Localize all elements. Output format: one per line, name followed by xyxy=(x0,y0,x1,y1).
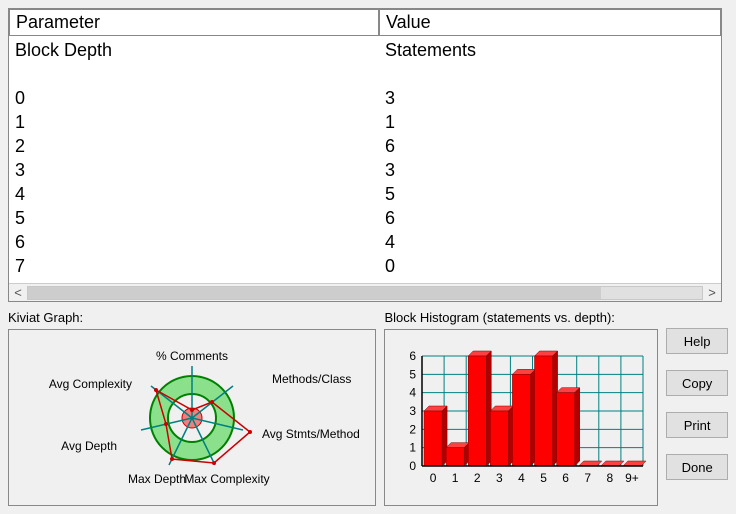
svg-text:7: 7 xyxy=(584,471,591,485)
axis-avg-complexity: Avg Complexity xyxy=(49,377,132,391)
svg-text:4: 4 xyxy=(409,385,416,399)
svg-text:6: 6 xyxy=(409,349,416,363)
table-row: 3 xyxy=(15,158,373,182)
axis-max-complexity: Max Complexity xyxy=(185,472,270,486)
axis-max-depth: Max Depth xyxy=(128,472,186,486)
done-button[interactable]: Done xyxy=(666,454,728,480)
table-row: 6 xyxy=(385,206,715,230)
value-column: Statements 3 1 6 3 5 6 4 0 xyxy=(379,36,721,274)
table-row: 4 xyxy=(15,182,373,206)
table-header-parameter[interactable]: Parameter xyxy=(9,9,379,36)
histogram-chart: 0 1 2 3 4 5 6 0 1 2 3 4 5 6 7 8 9+ xyxy=(384,329,658,506)
svg-text:1: 1 xyxy=(452,471,459,485)
axis-avg-depth: Avg Depth xyxy=(61,439,117,453)
table-row: 1 xyxy=(15,110,373,134)
table-row: 3 xyxy=(385,158,715,182)
value-label: Statements xyxy=(385,38,715,62)
table-row: 5 xyxy=(385,182,715,206)
scroll-left-icon[interactable]: < xyxy=(9,285,27,300)
svg-text:3: 3 xyxy=(496,471,503,485)
copy-button[interactable]: Copy xyxy=(666,370,728,396)
svg-text:6: 6 xyxy=(562,471,569,485)
scroll-right-icon[interactable]: > xyxy=(703,285,721,300)
help-button[interactable]: Help xyxy=(666,328,728,354)
table-row: 4 xyxy=(385,230,715,254)
metrics-dialog: Parameter Value Block Depth 0 1 2 3 4 5 … xyxy=(0,0,736,514)
table-row: 1 xyxy=(385,110,715,134)
svg-text:0: 0 xyxy=(409,459,416,473)
scroll-track[interactable] xyxy=(27,286,703,300)
metrics-table: Parameter Value Block Depth 0 1 2 3 4 5 … xyxy=(8,8,722,302)
table-row: 2 xyxy=(15,134,373,158)
table-row: 3 xyxy=(385,86,715,110)
histogram-label: Block Histogram (statements vs. depth): xyxy=(384,310,658,325)
table-row: 7 xyxy=(15,254,373,274)
svg-text:9+: 9+ xyxy=(625,471,639,485)
svg-text:2: 2 xyxy=(409,422,416,436)
axis-methods-class: Methods/Class xyxy=(272,372,351,386)
vertical-scrollbar[interactable]: ᐱ ᐯ xyxy=(721,9,722,302)
horizontal-scrollbar[interactable]: < > xyxy=(9,283,721,301)
svg-text:8: 8 xyxy=(606,471,613,485)
svg-text:5: 5 xyxy=(540,471,547,485)
svg-text:3: 3 xyxy=(409,404,416,418)
table-row: 6 xyxy=(15,230,373,254)
parameter-column: Block Depth 0 1 2 3 4 5 6 7 xyxy=(9,36,379,274)
table-row: 0 xyxy=(15,86,373,110)
button-column: Help Copy Print Done xyxy=(666,310,728,506)
kiviat-graph: % Comments Methods/Class Avg Stmts/Metho… xyxy=(8,329,376,506)
axis-avg-stmts-method: Avg Stmts/Method xyxy=(262,427,360,441)
kiviat-label: Kiviat Graph: xyxy=(8,310,376,325)
scroll-thumb[interactable] xyxy=(28,287,601,299)
kiviat-panel: Kiviat Graph: xyxy=(8,310,376,506)
svg-text:5: 5 xyxy=(409,367,416,381)
param-label: Block Depth xyxy=(15,38,373,62)
table-row: 6 xyxy=(385,134,715,158)
svg-text:0: 0 xyxy=(430,471,437,485)
table-row: 5 xyxy=(15,206,373,230)
svg-text:1: 1 xyxy=(409,440,416,454)
axis-pct-comments: % Comments xyxy=(156,349,228,363)
histogram-panel: Block Histogram (statements vs. depth): … xyxy=(384,310,658,506)
print-button[interactable]: Print xyxy=(666,412,728,438)
svg-text:2: 2 xyxy=(474,471,481,485)
table-row: 0 xyxy=(385,254,715,274)
table-header-value[interactable]: Value xyxy=(379,9,721,36)
svg-text:4: 4 xyxy=(518,471,525,485)
